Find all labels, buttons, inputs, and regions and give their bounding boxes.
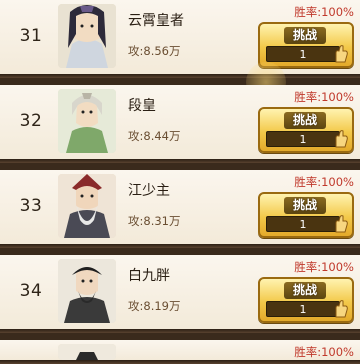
opponent-portrait-icon [58,174,116,238]
challenge-button-label: 挑战 [284,27,326,44]
opponent-avatar [58,344,116,360]
attack-power: 攻:8.44万 [128,129,181,143]
rank-number: 31 [19,26,43,46]
challenge-button-label: 挑战 [284,197,326,214]
attack-power: 攻:8.56万 [128,44,181,58]
hand-icon [335,130,348,148]
challenge-cost: 1 [266,131,340,147]
rank-row-partial: 胜率:100% [0,340,360,364]
hand-icon [335,45,348,63]
challenge-button[interactable]: 挑战 1 [258,277,354,323]
rank-row-33: 33 江少主 攻:8.31万 胜率:100% 挑战 1 [0,170,360,248]
rank-row-32: 32 段皇 攻:8.44万 胜率:100% 挑战 1 [0,85,360,163]
challenge-button[interactable]: 挑战 1 [258,22,354,68]
opponent-avatar [58,89,116,153]
challenge-button[interactable]: 挑战 1 [258,192,354,238]
opponent-portrait-icon [58,89,116,153]
opponent-portrait-icon [58,344,116,360]
opponent-name: 江少主 [128,183,170,199]
opponent-avatar [58,4,116,68]
hand-icon [335,300,348,318]
challenge-button-label: 挑战 [284,282,326,299]
rank-number: 32 [19,111,43,131]
opponent-portrait-icon [58,4,116,68]
opponent-name: 云霄皇者 [128,13,184,29]
opponent-name: 白九胖 [128,268,170,284]
challenge-button-label: 挑战 [284,112,326,129]
challenge-cost: 1 [266,301,340,317]
win-rate: 胜率:100% [294,5,354,19]
win-rate: 胜率:100% [294,345,354,359]
win-rate: 胜率:100% [294,175,354,189]
rank-number: 34 [19,281,43,301]
rank-row-34: 34 白九胖 攻:8.19万 胜率:100% 挑战 1 [0,255,360,333]
attack-power: 攻:8.19万 [128,299,181,313]
win-rate: 胜率:100% [294,90,354,104]
win-rate: 胜率:100% [294,260,354,274]
attack-power: 攻:8.31万 [128,214,181,228]
challenge-button[interactable]: 挑战 1 [258,107,354,153]
hand-icon [335,215,348,233]
rank-row-31: 31 云霄皇者 攻:8.56万 胜率:100% 挑战 1 [0,0,360,78]
challenge-cost: 1 [266,46,340,62]
challenge-rank-list: 31 云霄皇者 攻:8.56万 胜率:100% 挑战 1 32 段皇 攻:8.4… [0,0,360,364]
opponent-name: 段皇 [128,98,156,114]
opponent-avatar [58,174,116,238]
opponent-avatar [58,259,116,323]
challenge-cost: 1 [266,216,340,232]
rank-number: 33 [19,196,43,216]
opponent-portrait-icon [58,259,116,323]
